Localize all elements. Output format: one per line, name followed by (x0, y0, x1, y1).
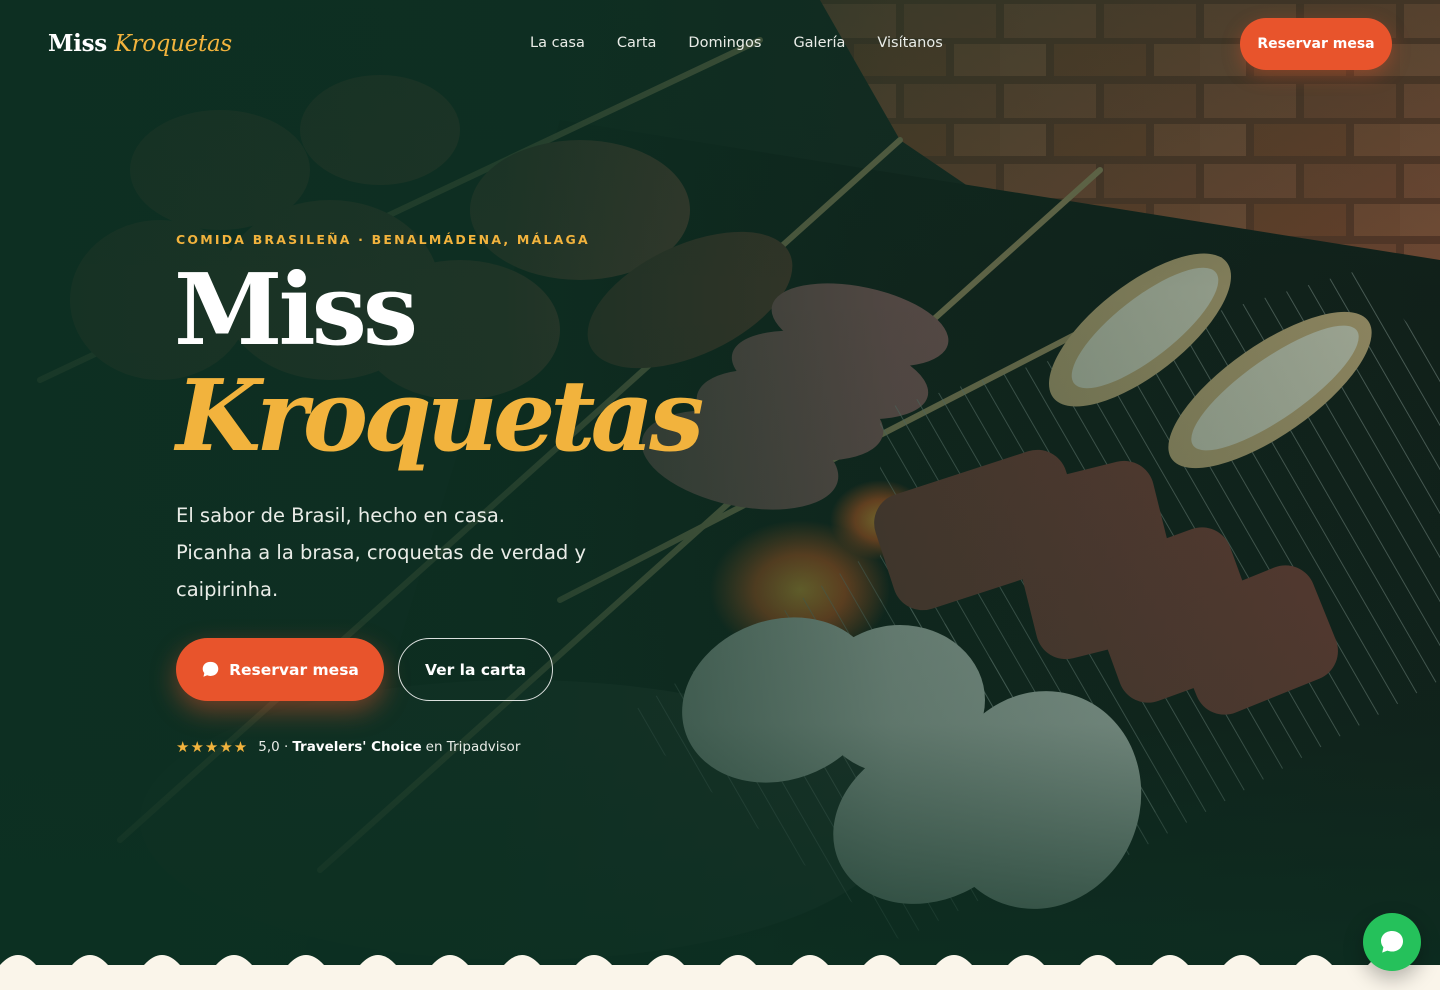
rating-score: 5,0 · (258, 739, 289, 755)
brand-name-first: Miss (48, 30, 107, 57)
hero-title-line-1: Miss (174, 253, 418, 368)
nav-link-visitanos[interactable]: Visítanos (877, 35, 942, 51)
hero-subtitle: El sabor de Brasil, hecho en casa. Pican… (176, 497, 616, 608)
next-section (0, 965, 1440, 990)
hero-reserve-label: Reservar mesa (229, 660, 359, 679)
brand-name-second: Kroquetas (114, 31, 233, 57)
hero-reserve-button[interactable]: Reservar mesa (176, 638, 384, 701)
whatsapp-chat-button[interactable] (1363, 913, 1421, 971)
hero-section (0, 0, 1440, 965)
nav-link-la-casa[interactable]: La casa (530, 35, 585, 51)
hero-title-line-2: Kroquetas (176, 359, 704, 474)
star-icon: ★★★★★ (176, 738, 249, 756)
rating-award: Travelers' Choice (292, 739, 422, 755)
nav-reserve-button[interactable]: Reservar mesa (1240, 18, 1392, 70)
nav-link-domingos[interactable]: Domingos (688, 35, 761, 51)
view-menu-button[interactable]: Ver la carta (398, 638, 553, 701)
rating-source: en Tripadvisor (425, 739, 521, 755)
hero-subtitle-line-2: Picanha a la brasa, croquetas de verdad … (176, 541, 587, 601)
hero-overlay-bottom (0, 0, 1440, 965)
nav-link-carta[interactable]: Carta (617, 35, 657, 51)
main-menu: La casa Carta Domingos Galería Visítanos (530, 35, 975, 51)
nav-link-galeria[interactable]: Galería (793, 35, 845, 51)
chat-bubble-icon (201, 660, 220, 679)
hero-subtitle-line-1: El sabor de Brasil, hecho en casa. (176, 504, 505, 527)
brand-logo[interactable]: Miss Kroquetas (48, 30, 232, 57)
hero-eyebrow: COMIDA BRASILEÑA · BENALMÁDENA, MÁLAGA (176, 232, 590, 247)
whatsapp-chat-icon (1381, 931, 1403, 953)
top-navigation: Miss Kroquetas La casa Carta Domingos Ga… (0, 0, 1440, 90)
tripadvisor-rating: ★★★★★ 5,0 · Travelers' Choice en Tripadv… (176, 738, 520, 756)
